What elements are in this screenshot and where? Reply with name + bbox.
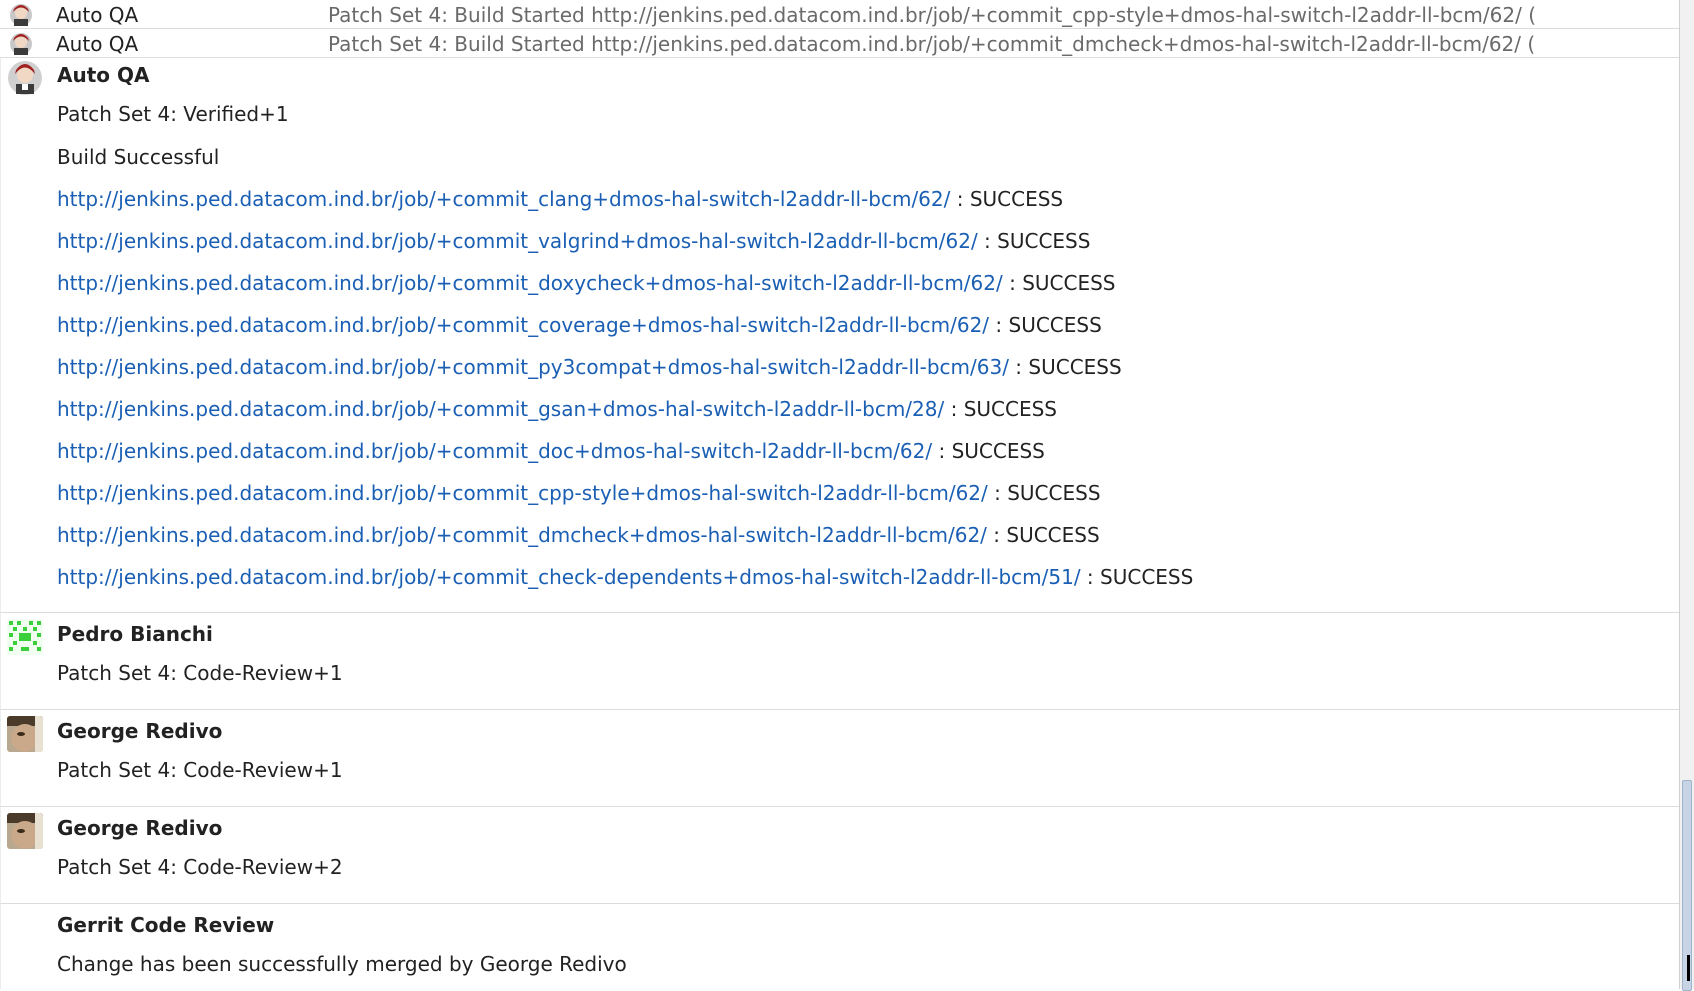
build-result-link[interactable]: http://jenkins.ped.datacom.ind.br/job/+c… xyxy=(57,271,1003,295)
message-summary: Patch Set 4: Build Started http://jenkin… xyxy=(328,32,1536,56)
build-result-status: : SUCCESS xyxy=(977,229,1091,253)
build-result-status: : SUCCESS xyxy=(986,523,1100,547)
vertical-scrollbar[interactable] xyxy=(1679,0,1694,991)
pedro-bianchi-avatar-icon xyxy=(7,619,43,655)
build-result: http://jenkins.ped.datacom.ind.br/job/+c… xyxy=(57,178,1680,220)
message-text: Patch Set 4: Code-Review+1 xyxy=(57,661,343,685)
build-result: http://jenkins.ped.datacom.ind.br/job/+c… xyxy=(57,220,1680,262)
message-author: Auto QA xyxy=(56,3,139,27)
collapsed-message-row[interactable]: Auto QA Patch Set 4: Build Started http:… xyxy=(0,29,1680,58)
message-george-redivo: George Redivo Patch Set 4: Code-Review+2 xyxy=(0,807,1680,904)
build-result-status: : SUCCESS xyxy=(987,481,1101,505)
message-author: Auto QA xyxy=(57,63,150,87)
auto-qa-avatar-icon xyxy=(8,32,34,56)
build-result-link[interactable]: http://jenkins.ped.datacom.ind.br/job/+c… xyxy=(57,397,944,421)
build-result-link[interactable]: http://jenkins.ped.datacom.ind.br/job/+c… xyxy=(57,523,987,547)
message-auto-qa: Auto QA Patch Set 4: Verified+1 Build Su… xyxy=(0,58,1680,613)
build-result: http://jenkins.ped.datacom.ind.br/job/+c… xyxy=(57,262,1680,304)
auto-qa-avatar-icon xyxy=(8,3,34,27)
message-pedro-bianchi: Pedro Bianchi Patch Set 4: Code-Review+1 xyxy=(0,613,1680,710)
build-result-link[interactable]: http://jenkins.ped.datacom.ind.br/job/+c… xyxy=(57,187,950,211)
build-result: http://jenkins.ped.datacom.ind.br/job/+c… xyxy=(57,472,1680,514)
message-gerrit-code-review: Gerrit Code Review Change has been succe… xyxy=(0,904,1680,989)
build-result-status: : SUCCESS xyxy=(932,439,1045,463)
build-result-status: : SUCCESS xyxy=(950,187,1064,211)
build-result-link[interactable]: http://jenkins.ped.datacom.ind.br/job/+c… xyxy=(57,481,988,505)
build-result-status: : SUCCESS xyxy=(989,313,1102,337)
build-result: http://jenkins.ped.datacom.ind.br/job/+c… xyxy=(57,430,1680,472)
change-messages-list: Auto QA Patch Set 4: Build Started http:… xyxy=(0,0,1680,989)
build-result-status: : SUCCESS xyxy=(944,397,1057,421)
build-result-status: : SUCCESS xyxy=(1080,565,1194,589)
message-author: Auto QA xyxy=(56,32,139,56)
build-result-link[interactable]: http://jenkins.ped.datacom.ind.br/job/+c… xyxy=(57,565,1081,589)
build-result: http://jenkins.ped.datacom.ind.br/job/+c… xyxy=(57,556,1680,598)
george-redivo-avatar-icon xyxy=(7,716,43,752)
build-result-status: : SUCCESS xyxy=(1008,355,1122,379)
message-text: Patch Set 4: Code-Review+1 xyxy=(57,758,343,782)
build-result-status: : SUCCESS xyxy=(1002,271,1116,295)
build-result-link[interactable]: http://jenkins.ped.datacom.ind.br/job/+c… xyxy=(57,355,1009,379)
build-result: http://jenkins.ped.datacom.ind.br/job/+c… xyxy=(57,514,1680,556)
message-text: Patch Set 4: Code-Review+2 xyxy=(57,855,343,879)
message-summary: Patch Set 4: Build Started http://jenkin… xyxy=(328,3,1536,27)
build-status-text: Build Successful xyxy=(57,145,220,169)
message-george-redivo: George Redivo Patch Set 4: Code-Review+1 xyxy=(0,710,1680,807)
build-result: http://jenkins.ped.datacom.ind.br/job/+c… xyxy=(57,304,1680,346)
collapsed-message-row[interactable]: Auto QA Patch Set 4: Build Started http:… xyxy=(0,0,1680,29)
george-redivo-avatar-icon xyxy=(7,813,43,849)
text-cursor-icon xyxy=(1687,955,1690,981)
build-result-link[interactable]: http://jenkins.ped.datacom.ind.br/job/+c… xyxy=(57,313,989,337)
build-result-link[interactable]: http://jenkins.ped.datacom.ind.br/job/+c… xyxy=(57,439,932,463)
message-author: George Redivo xyxy=(57,816,223,840)
build-result: http://jenkins.ped.datacom.ind.br/job/+c… xyxy=(57,388,1680,430)
message-author: Gerrit Code Review xyxy=(57,913,275,937)
build-result-link[interactable]: http://jenkins.ped.datacom.ind.br/job/+c… xyxy=(57,229,978,253)
message-verified-text: Patch Set 4: Verified+1 xyxy=(57,102,289,126)
build-result: http://jenkins.ped.datacom.ind.br/job/+c… xyxy=(57,346,1680,388)
message-author: George Redivo xyxy=(57,719,223,743)
message-text: Change has been successfully merged by G… xyxy=(57,952,627,976)
message-author: Pedro Bianchi xyxy=(57,622,213,646)
auto-qa-avatar-icon xyxy=(7,60,43,96)
